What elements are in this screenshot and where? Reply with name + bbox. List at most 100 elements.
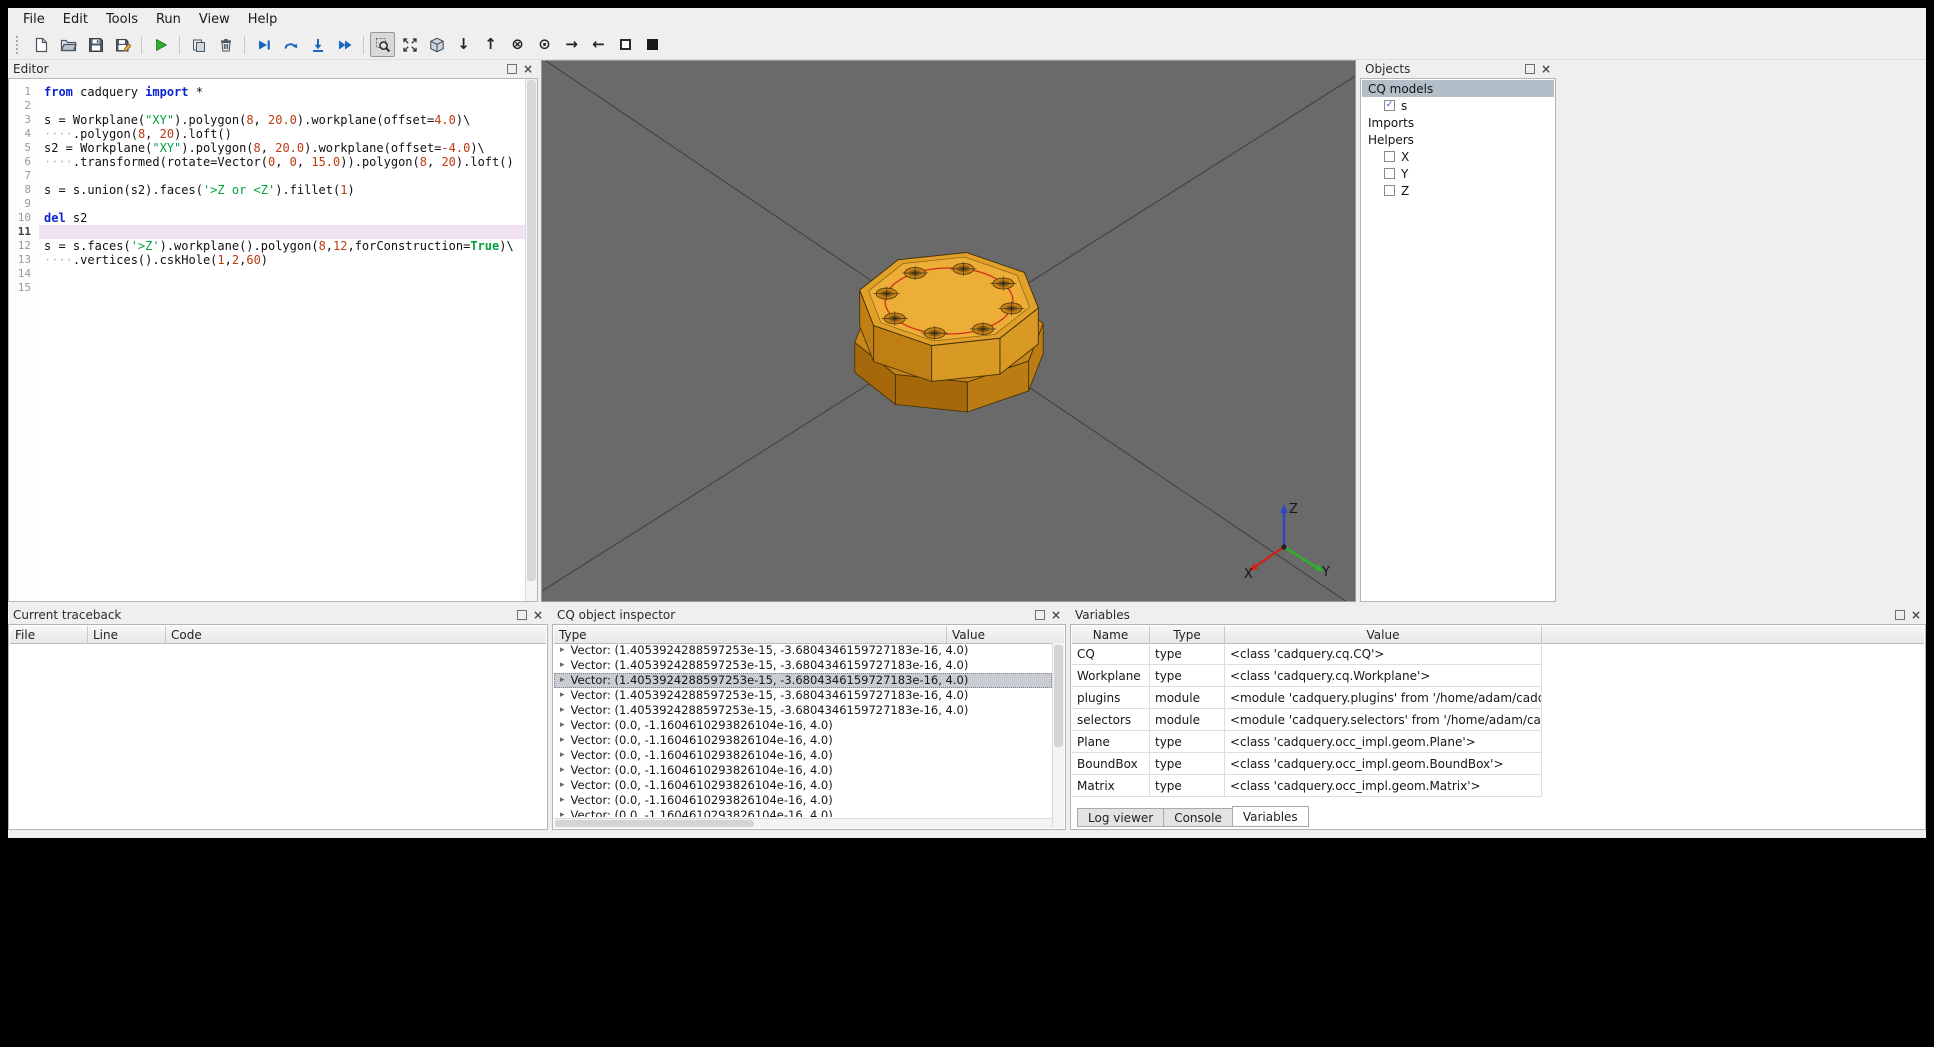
checkbox-s[interactable]: ✓ <box>1384 100 1395 111</box>
view-bottom-button[interactable]: ↑ <box>478 32 503 57</box>
inspector-row[interactable]: Vector: (1.4053924288597253e-15, -3.6804… <box>554 658 1052 673</box>
traceback-close-button[interactable] <box>533 610 543 620</box>
view-top-button[interactable]: ↓ <box>451 32 476 57</box>
menu-help[interactable]: Help <box>239 10 287 29</box>
inspector-vscrollbar[interactable] <box>1052 643 1064 828</box>
inspector-row[interactable]: Vector: (0.0, -1.1604610293826104e-16, 4… <box>554 778 1052 793</box>
view-back-button[interactable]: ⊙ <box>532 32 557 57</box>
inspector-close-button[interactable] <box>1051 610 1061 620</box>
step-in-button[interactable] <box>305 32 330 57</box>
inspector-row[interactable]: Vector: (1.4053924288597253e-15, -3.6804… <box>554 643 1052 658</box>
fit-view-button[interactable] <box>397 32 422 57</box>
traceback-col-file[interactable]: File <box>10 626 88 643</box>
tree-item-s[interactable]: ✓ s <box>1362 97 1554 114</box>
code-line[interactable]: del s2 <box>39 211 525 225</box>
tree-item-y[interactable]: Y <box>1362 165 1554 182</box>
inspector-hscrollbar-thumb[interactable] <box>555 820 755 827</box>
code-line[interactable]: from cadquery import * <box>39 85 525 99</box>
tree-item-cq-models[interactable]: CQ models <box>1362 80 1554 97</box>
menu-file[interactable]: File <box>14 10 54 29</box>
traceback-col-line[interactable]: Line <box>88 626 166 643</box>
inspector-row[interactable]: Vector: (1.4053924288597253e-15, -3.6804… <box>554 703 1052 718</box>
inspector-row[interactable]: Vector: (0.0, -1.1604610293826104e-16, 4… <box>554 793 1052 808</box>
view-right-button[interactable]: → <box>559 32 584 57</box>
new-file-button[interactable] <box>29 32 54 57</box>
traceback-float-button[interactable] <box>517 610 527 620</box>
editor-float-button[interactable] <box>507 64 517 74</box>
inspector-row[interactable]: Vector: (0.0, -1.1604610293826104e-16, 4… <box>554 748 1052 763</box>
variable-row[interactable]: CQ type <class 'cadquery.cq.CQ'> <box>1072 643 1542 665</box>
objects-float-button[interactable] <box>1525 64 1535 74</box>
menu-edit[interactable]: Edit <box>54 10 97 29</box>
editor-scrollbar-thumb[interactable] <box>527 80 536 582</box>
save-button[interactable] <box>83 32 108 57</box>
delete-object-button[interactable] <box>213 32 238 57</box>
zoom-select-button[interactable] <box>370 32 395 57</box>
variable-row[interactable]: Plane type <class 'cadquery.occ_impl.geom.… <box>1072 731 1542 753</box>
code-line[interactable] <box>39 225 525 239</box>
tree-item-helpers[interactable]: Helpers <box>1362 131 1554 148</box>
inspector-vscrollbar-thumb[interactable] <box>1054 645 1063 747</box>
code-line[interactable] <box>39 281 525 295</box>
code-line[interactable]: s = Workplane("XY").polygon(8, 20.0).wor… <box>39 113 525 127</box>
editor-code[interactable]: from cadquery import * s = Workplane("XY"… <box>39 79 525 601</box>
variables-col-type[interactable]: Type <box>1150 626 1225 643</box>
toolbar-handle[interactable] <box>16 35 22 54</box>
variable-row[interactable]: selectors module <module 'cadquery.selecto… <box>1072 709 1542 731</box>
tab-variables[interactable]: Variables <box>1231 806 1309 827</box>
variable-row[interactable]: Workplane type <class 'cadquery.cq.Workpla… <box>1072 665 1542 687</box>
checkbox-x[interactable] <box>1384 151 1395 162</box>
tab-log-viewer[interactable]: Log viewer <box>1077 808 1165 827</box>
code-line[interactable]: s = s.faces('>Z').workplane().polygon(8,… <box>39 239 525 253</box>
inspector-col-type[interactable]: Type <box>554 626 947 643</box>
inspector-row[interactable]: Vector: (0.0, -1.1604610293826104e-16, 4… <box>554 808 1052 817</box>
open-file-button[interactable] <box>56 32 81 57</box>
code-line[interactable]: s2 = Workplane("XY").polygon(8, 20.0).wo… <box>39 141 525 155</box>
menu-run[interactable]: Run <box>147 10 190 29</box>
view-left-button[interactable]: ← <box>586 32 611 57</box>
debug-button[interactable] <box>186 32 211 57</box>
objects-close-button[interactable] <box>1541 64 1551 74</box>
code-line[interactable]: ····.transformed(rotate=Vector(0, 0, 15.… <box>39 155 525 169</box>
inspector-hscrollbar[interactable] <box>554 818 1052 828</box>
menu-tools[interactable]: Tools <box>97 10 147 29</box>
inspector-row[interactable]: Vector: (1.4053924288597253e-15, -3.6804… <box>554 688 1052 703</box>
tab-console[interactable]: Console <box>1163 808 1233 827</box>
variable-row[interactable]: plugins module <module 'cadquery.plugins' … <box>1072 687 1542 709</box>
variables-close-button[interactable] <box>1911 610 1921 620</box>
step-button[interactable] <box>251 32 276 57</box>
code-line[interactable] <box>39 197 525 211</box>
shaded-button[interactable] <box>640 32 665 57</box>
code-line[interactable] <box>39 169 525 183</box>
viewport-canvas[interactable]: X Y Z <box>542 61 1355 601</box>
tree-item-imports[interactable]: Imports <box>1362 114 1554 131</box>
code-line[interactable] <box>39 267 525 281</box>
checkbox-y[interactable] <box>1384 168 1395 179</box>
code-line[interactable]: ····.vertices().cskHole(1,2,60) <box>39 253 525 267</box>
variable-row[interactable]: Matrix type <class 'cadquery.occ_impl.geom… <box>1072 775 1542 797</box>
variable-row[interactable]: BoundBox type <class 'cadquery.occ_impl.ge… <box>1072 753 1542 775</box>
checkbox-z[interactable] <box>1384 185 1395 196</box>
inspector-row[interactable]: Vector: (0.0, -1.1604610293826104e-16, 4… <box>554 718 1052 733</box>
inspector-col-value[interactable]: Value <box>947 626 1064 643</box>
save-as-button[interactable] <box>110 32 135 57</box>
iso-view-button[interactable] <box>424 32 449 57</box>
editor-close-button[interactable] <box>523 64 533 74</box>
tree-item-x[interactable]: X <box>1362 148 1554 165</box>
code-line[interactable]: ····.polygon(8, 20).loft() <box>39 127 525 141</box>
editor-scrollbar[interactable] <box>525 79 537 601</box>
continue-button[interactable] <box>332 32 357 57</box>
wireframe-button[interactable] <box>613 32 638 57</box>
variables-col-name[interactable]: Name <box>1072 626 1150 643</box>
inspector-row[interactable]: Vector: (0.0, -1.1604610293826104e-16, 4… <box>554 733 1052 748</box>
variables-float-button[interactable] <box>1895 610 1905 620</box>
code-line[interactable] <box>39 99 525 113</box>
step-next-button[interactable] <box>278 32 303 57</box>
traceback-col-code[interactable]: Code <box>166 626 546 643</box>
inspector-float-button[interactable] <box>1035 610 1045 620</box>
menu-view[interactable]: View <box>190 10 239 29</box>
variables-col-value[interactable]: Value <box>1225 626 1542 643</box>
view-front-button[interactable]: ⊗ <box>505 32 530 57</box>
code-line[interactable]: s = s.union(s2).faces('>Z or <Z').fillet… <box>39 183 525 197</box>
render-button[interactable] <box>148 32 173 57</box>
